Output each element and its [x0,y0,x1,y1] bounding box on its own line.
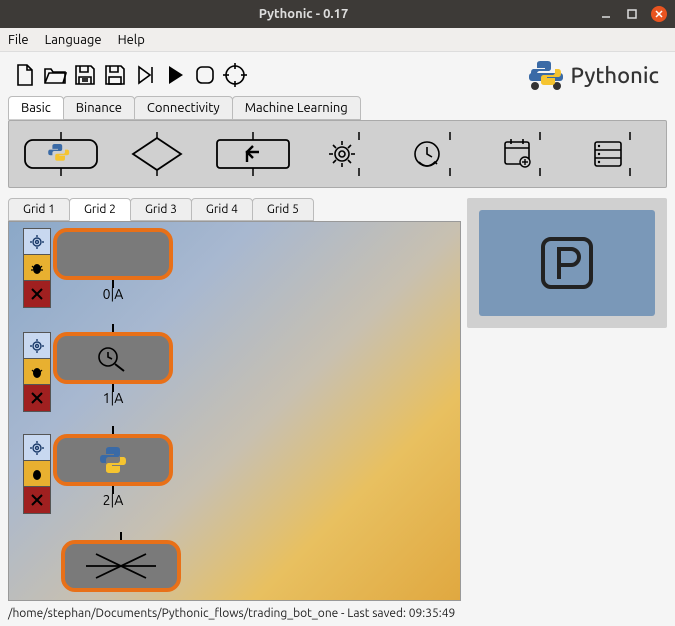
maximize-button[interactable] [625,7,639,21]
palette-decision-diamond[interactable] [121,131,193,177]
logo-text: Pythonic [571,63,659,88]
python-logo-icon [527,58,565,92]
palette-stack-block[interactable] [584,131,656,177]
gear-icon[interactable] [24,229,50,255]
preview-panel [467,198,667,328]
tab-binance[interactable]: Binance [63,96,135,120]
palette-calendar-block[interactable] [494,131,566,177]
cross-icon [76,546,166,586]
grid-tab-1[interactable]: Grid 1 [8,198,70,221]
palette-return-block[interactable] [211,131,295,177]
menu-file[interactable]: File [8,33,29,47]
node-tool-column [23,434,51,514]
tab-connectivity[interactable]: Connectivity [134,96,233,120]
grid-tab-3[interactable]: Grid 3 [130,198,192,221]
grid-tab-4[interactable]: Grid 4 [191,198,253,221]
node-0a[interactable]: 0|A [23,228,173,308]
status-bar: /home/stephan/Documents/Pythonic_flows/t… [0,601,675,626]
close-button[interactable] [651,6,667,22]
toolbar: Pythonic [0,52,675,98]
open-folder-icon[interactable] [40,60,70,90]
bug-icon[interactable] [24,255,50,281]
node-tool-column [23,332,51,412]
menu-language[interactable]: Language [45,33,102,47]
preview-content[interactable] [479,210,655,316]
save-icon[interactable] [100,60,130,90]
grid-tabs: Grid 1 Grid 2 Grid 3 Grid 4 Grid 5 [8,198,461,221]
menubar: File Language Help [0,28,675,52]
node-block-cross[interactable] [61,540,181,592]
new-file-icon[interactable] [10,60,40,90]
stop-p-icon [537,233,597,293]
tab-basic[interactable]: Basic [8,96,64,120]
category-tabs: Basic Binance Connectivity Machine Learn… [0,96,675,120]
node-tool-column [23,228,51,308]
save-as-icon[interactable] [70,60,100,90]
grid-tab-2[interactable]: Grid 2 [69,198,131,221]
status-text: /home/stephan/Documents/Pythonic_flows/t… [8,607,455,620]
palette [8,120,667,188]
gear-icon[interactable] [24,333,50,359]
delete-icon[interactable] [24,487,50,513]
logo: Pythonic [527,58,665,92]
node-2a[interactable]: 2|A [23,434,173,514]
palette-process-gear[interactable] [313,131,385,177]
step-icon[interactable] [130,60,160,90]
palette-scheduler-clock[interactable] [403,131,475,177]
gear-icon[interactable] [24,435,50,461]
bug-icon[interactable] [24,461,50,487]
node-block-empty[interactable]: 0|A [53,228,173,280]
play-icon[interactable] [160,60,190,90]
tab-machine-learning[interactable]: Machine Learning [232,96,361,120]
node-1a[interactable]: 1|A [23,332,173,412]
node-block-python[interactable]: 2|A [53,434,173,486]
delete-icon[interactable] [24,385,50,411]
node-label: 1|A [103,390,124,406]
stop-icon[interactable] [190,60,220,90]
minimize-button[interactable] [599,7,613,21]
python-icon [98,445,128,475]
node-label: 2|A [103,492,124,508]
node-cross[interactable] [59,540,181,592]
target-icon[interactable] [220,60,250,90]
node-block-inspect[interactable]: 1|A [53,332,173,384]
node-label: 0|A [103,286,124,302]
grid-tab-5[interactable]: Grid 5 [252,198,314,221]
window-title: Pythonic - 0.17 [8,7,599,21]
bug-icon[interactable] [24,359,50,385]
menu-help[interactable]: Help [118,33,145,47]
titlebar: Pythonic - 0.17 [0,0,675,28]
canvas[interactable]: 0|A 1|A [8,221,461,601]
palette-python-block[interactable] [19,131,103,177]
delete-icon[interactable] [24,281,50,307]
inspect-icon [94,343,132,373]
